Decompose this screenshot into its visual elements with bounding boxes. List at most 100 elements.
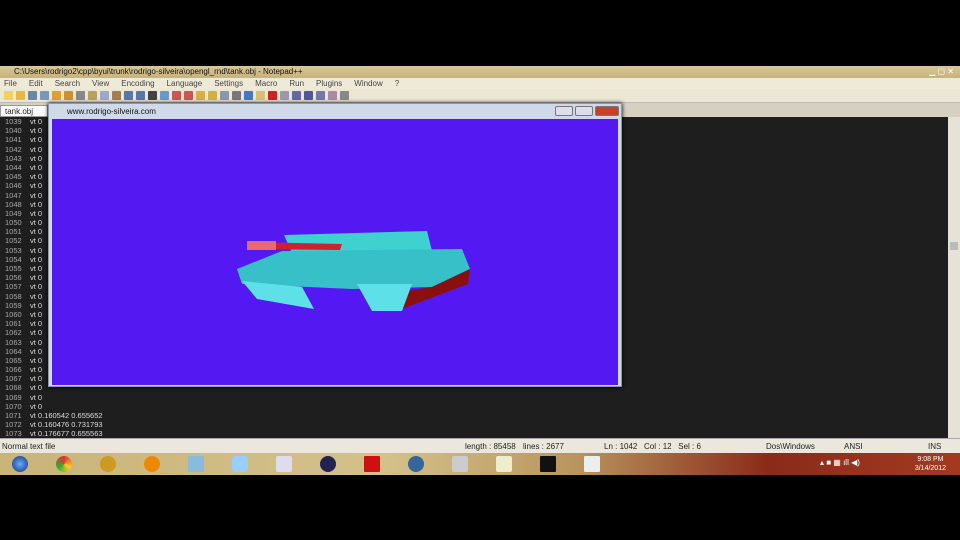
line-number: 1053 (5, 245, 22, 255)
toolbar-button-icon[interactable] (112, 91, 121, 100)
line-text: vt 0 (30, 208, 43, 218)
toolbar-button-icon[interactable] (28, 91, 37, 100)
line-number: 1057 (5, 282, 22, 292)
line-number: 1040 (5, 126, 22, 136)
taskbar-app[interactable] (572, 454, 612, 474)
line-text: vt 0 (30, 227, 43, 237)
line-number: 1064 (5, 346, 22, 356)
line-number: 1050 (5, 218, 22, 228)
code-line: 1073 vt 0.176677 0.655563 (0, 429, 948, 438)
toolbar-button-icon[interactable] (292, 91, 301, 100)
line-number: 1052 (5, 236, 22, 246)
menu-encoding[interactable]: Encoding (121, 79, 154, 88)
taskbar-app[interactable] (176, 454, 216, 474)
line-number: 1065 (5, 355, 22, 365)
chrome-icon (56, 456, 72, 472)
toolbar-button-icon[interactable] (64, 91, 73, 100)
menu-window[interactable]: Window (354, 79, 382, 88)
line-text: vt 0 (30, 309, 43, 319)
status-file-type: Normal text file (2, 442, 56, 451)
taskbar-app[interactable] (264, 454, 304, 474)
toolbar-button-icon[interactable] (52, 91, 61, 100)
line-number: 1042 (5, 144, 22, 154)
toolbar-button-icon[interactable] (244, 91, 253, 100)
line-text: vt 0 (30, 117, 43, 126)
toolbar-button-icon[interactable] (88, 91, 97, 100)
line-number: 1044 (5, 162, 22, 172)
menu-search[interactable]: Search (55, 79, 80, 88)
line-text: vt 0 (30, 264, 43, 273)
toolbar-button-icon[interactable] (16, 91, 25, 100)
taskbar-blender[interactable] (132, 454, 172, 474)
start-button[interactable] (0, 454, 40, 474)
toolbar-button-icon[interactable] (184, 91, 193, 100)
toolbar-button-icon[interactable] (196, 91, 205, 100)
line-text: vt 0 (30, 383, 43, 393)
close-button[interactable] (595, 106, 619, 116)
toolbar-button-icon[interactable] (304, 91, 313, 100)
toolbar-button-icon[interactable] (280, 91, 289, 100)
virtualbox-icon (232, 456, 248, 472)
window-controls-icon[interactable]: ▁ ▢ ✕ (929, 66, 954, 78)
menu-macro[interactable]: Macro (255, 79, 277, 88)
toolbar-button-icon[interactable] (172, 91, 181, 100)
line-number: 1049 (5, 208, 22, 218)
tab-tank-obj[interactable]: tank.obj (0, 105, 48, 117)
taskbar-filezilla[interactable] (352, 454, 392, 474)
line-number: 1067 (5, 374, 22, 384)
taskbar-chrome[interactable] (44, 454, 84, 474)
toolbar-button-icon[interactable] (340, 91, 349, 100)
toolbar-button-icon[interactable] (124, 91, 133, 100)
line-text: vt 0.160542 0.655652 (30, 411, 103, 420)
toolbar-button-icon[interactable] (136, 91, 145, 100)
toolbar-button-icon[interactable] (76, 91, 85, 100)
toolbar-button-icon[interactable] (328, 91, 337, 100)
menu-file[interactable]: File (4, 79, 17, 88)
menu-language[interactable]: Language (167, 79, 203, 88)
taskbar-app[interactable] (440, 454, 480, 474)
maximize-button[interactable] (575, 106, 593, 116)
taskbar-eclipse[interactable] (308, 454, 348, 474)
toolbar-button-icon[interactable] (232, 91, 241, 100)
code-line: 1072 vt 0.160476 0.731793 (0, 420, 948, 429)
thunderbird-icon (408, 456, 424, 472)
opengl-window[interactable]: www.rodrigo-silveira.com (48, 103, 622, 387)
toolbar-button-icon[interactable] (220, 91, 229, 100)
taskbar-app[interactable] (220, 454, 260, 474)
line-number: 1068 (5, 383, 22, 393)
toolbar-button-icon[interactable] (4, 91, 13, 100)
toolbar-button-icon[interactable] (256, 91, 265, 100)
toolbar-button-icon[interactable] (40, 91, 49, 100)
tray-icons[interactable]: ▴ ■ ▦ ıll ◀) (820, 458, 860, 467)
line-text: vt 0 (30, 401, 43, 411)
taskbar-app[interactable] (484, 454, 524, 474)
taskbar-thunderbird[interactable] (396, 454, 436, 474)
toolbar-button-icon[interactable] (160, 91, 169, 100)
opengl-canvas[interactable] (52, 119, 618, 385)
tank-hull (237, 249, 470, 289)
code-line: 1071 vt 0.160542 0.655652 (0, 411, 948, 420)
eclipse-icon (320, 456, 336, 472)
minimize-button[interactable] (555, 106, 573, 116)
menu-edit[interactable]: Edit (29, 79, 43, 88)
taskbar-console[interactable] (528, 454, 568, 474)
line-text: vt 0 (30, 218, 43, 228)
menu-view[interactable]: View (92, 79, 109, 88)
menu-settings[interactable]: Settings (214, 79, 243, 88)
line-text: vt 0 (30, 153, 43, 163)
vertical-scrollbar[interactable] (948, 117, 960, 438)
line-number: 1039 (5, 117, 22, 126)
line-number: 1047 (5, 190, 22, 200)
toolbar-button-icon[interactable] (100, 91, 109, 100)
remote-desktop-icon (276, 456, 292, 472)
toolbar-button-icon[interactable] (268, 91, 277, 100)
menu-run[interactable]: Run (289, 79, 304, 88)
toolbar-button-icon[interactable] (316, 91, 325, 100)
menu-plugins[interactable]: Plugins (316, 79, 342, 88)
toolbar-button-icon[interactable] (208, 91, 217, 100)
clock[interactable]: 9:08 PM 3/14/2012 (915, 455, 946, 473)
toolbar-button-icon[interactable] (148, 91, 157, 100)
menu-help[interactable]: ? (395, 79, 399, 88)
opengl-window-title: www.rodrigo-silveira.com (67, 107, 156, 116)
taskbar-app[interactable] (88, 454, 128, 474)
